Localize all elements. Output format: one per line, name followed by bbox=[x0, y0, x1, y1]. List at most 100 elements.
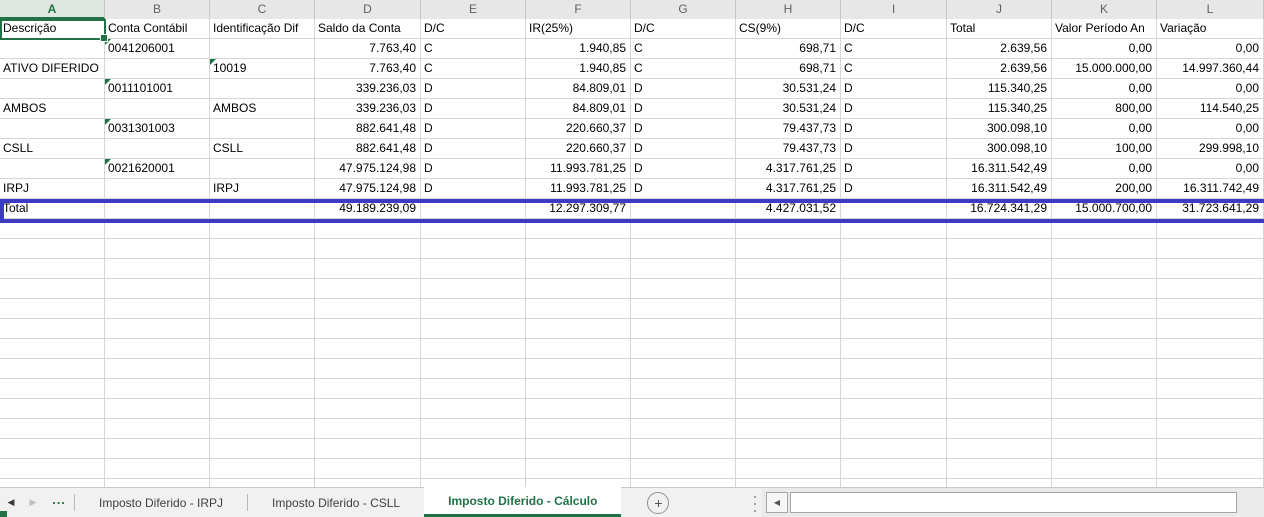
cell-K1[interactable]: Valor Período An bbox=[1052, 19, 1157, 39]
cell-L9[interactable]: 16.311.742,49 bbox=[1157, 179, 1264, 199]
cell-H14[interactable] bbox=[736, 279, 841, 299]
cell-K19[interactable] bbox=[1052, 379, 1157, 399]
cell-G17[interactable] bbox=[631, 339, 736, 359]
cell-K10[interactable]: 15.000.700,00 bbox=[1052, 199, 1157, 219]
cell-B2[interactable]: 0041206001 bbox=[105, 39, 210, 59]
cell-A24[interactable] bbox=[0, 479, 105, 487]
cell-E18[interactable] bbox=[421, 359, 526, 379]
cell-E6[interactable]: D bbox=[421, 119, 526, 139]
cell-D22[interactable] bbox=[315, 439, 421, 459]
cell-G2[interactable]: C bbox=[631, 39, 736, 59]
cell-F18[interactable] bbox=[526, 359, 631, 379]
cell-L3[interactable]: 14.997.360,44 bbox=[1157, 59, 1264, 79]
cell-L15[interactable] bbox=[1157, 299, 1264, 319]
sheet-tab-imposto-diferido-irpj[interactable]: Imposto Diferido - IRPJ bbox=[75, 488, 247, 517]
cell-H23[interactable] bbox=[736, 459, 841, 479]
column-header-H[interactable]: H bbox=[736, 0, 841, 19]
cell-H3[interactable]: 698,71 bbox=[736, 59, 841, 79]
cell-J23[interactable] bbox=[947, 459, 1052, 479]
cell-D10[interactable]: 49.189.239,09 bbox=[315, 199, 421, 219]
cell-B10[interactable] bbox=[105, 199, 210, 219]
cell-F17[interactable] bbox=[526, 339, 631, 359]
cell-K13[interactable] bbox=[1052, 259, 1157, 279]
scrollbar-thumb[interactable] bbox=[790, 492, 1237, 513]
cell-J9[interactable]: 16.311.542,49 bbox=[947, 179, 1052, 199]
worksheet-grid[interactable]: ABCDEFGHIJKL DescriçãoConta ContábilIden… bbox=[0, 0, 1264, 487]
cell-A10[interactable]: Total bbox=[0, 199, 105, 219]
cell-E11[interactable] bbox=[421, 219, 526, 239]
cell-I2[interactable]: C bbox=[841, 39, 947, 59]
cell-J3[interactable]: 2.639,56 bbox=[947, 59, 1052, 79]
cell-B1[interactable]: Conta Contábil bbox=[105, 19, 210, 39]
cell-H19[interactable] bbox=[736, 379, 841, 399]
cell-G21[interactable] bbox=[631, 419, 736, 439]
cell-D3[interactable]: 7.763,40 bbox=[315, 59, 421, 79]
cell-L4[interactable]: 0,00 bbox=[1157, 79, 1264, 99]
horizontal-scrollbar[interactable]: ◀ bbox=[762, 488, 1264, 517]
cell-B19[interactable] bbox=[105, 379, 210, 399]
cell-B24[interactable] bbox=[105, 479, 210, 487]
cell-E2[interactable]: C bbox=[421, 39, 526, 59]
cell-L23[interactable] bbox=[1157, 459, 1264, 479]
cell-A17[interactable] bbox=[0, 339, 105, 359]
cell-H16[interactable] bbox=[736, 319, 841, 339]
cell-G24[interactable] bbox=[631, 479, 736, 487]
cell-H13[interactable] bbox=[736, 259, 841, 279]
cell-A4[interactable] bbox=[0, 79, 105, 99]
cell-G8[interactable]: D bbox=[631, 159, 736, 179]
cell-H5[interactable]: 30.531,24 bbox=[736, 99, 841, 119]
cell-L1[interactable]: Variação bbox=[1157, 19, 1264, 39]
cell-E16[interactable] bbox=[421, 319, 526, 339]
cell-H11[interactable] bbox=[736, 219, 841, 239]
fill-handle[interactable] bbox=[100, 34, 108, 42]
cell-C9[interactable]: IRPJ bbox=[210, 179, 315, 199]
cell-F13[interactable] bbox=[526, 259, 631, 279]
cell-B9[interactable] bbox=[105, 179, 210, 199]
cell-L2[interactable]: 0,00 bbox=[1157, 39, 1264, 59]
cell-D18[interactable] bbox=[315, 359, 421, 379]
cell-J4[interactable]: 115.340,25 bbox=[947, 79, 1052, 99]
cell-I19[interactable] bbox=[841, 379, 947, 399]
cell-B6[interactable]: 0031301003 bbox=[105, 119, 210, 139]
cell-E13[interactable] bbox=[421, 259, 526, 279]
cell-K17[interactable] bbox=[1052, 339, 1157, 359]
cell-K16[interactable] bbox=[1052, 319, 1157, 339]
cell-C21[interactable] bbox=[210, 419, 315, 439]
cell-K20[interactable] bbox=[1052, 399, 1157, 419]
cell-F16[interactable] bbox=[526, 319, 631, 339]
cell-G7[interactable]: D bbox=[631, 139, 736, 159]
cell-D15[interactable] bbox=[315, 299, 421, 319]
cell-I11[interactable] bbox=[841, 219, 947, 239]
cell-G13[interactable] bbox=[631, 259, 736, 279]
cell-E21[interactable] bbox=[421, 419, 526, 439]
cell-C16[interactable] bbox=[210, 319, 315, 339]
cell-H10[interactable]: 4.427.031,52 bbox=[736, 199, 841, 219]
cell-C2[interactable] bbox=[210, 39, 315, 59]
cell-H7[interactable]: 79.437,73 bbox=[736, 139, 841, 159]
cell-B15[interactable] bbox=[105, 299, 210, 319]
cell-J16[interactable] bbox=[947, 319, 1052, 339]
cell-L7[interactable]: 299.998,10 bbox=[1157, 139, 1264, 159]
cell-F5[interactable]: 84.809,01 bbox=[526, 99, 631, 119]
cell-G23[interactable] bbox=[631, 459, 736, 479]
cell-I15[interactable] bbox=[841, 299, 947, 319]
cell-K3[interactable]: 15.000.000,00 bbox=[1052, 59, 1157, 79]
cell-K4[interactable]: 0,00 bbox=[1052, 79, 1157, 99]
cell-J24[interactable] bbox=[947, 479, 1052, 487]
cell-E24[interactable] bbox=[421, 479, 526, 487]
cell-H12[interactable] bbox=[736, 239, 841, 259]
cell-G10[interactable] bbox=[631, 199, 736, 219]
cell-B18[interactable] bbox=[105, 359, 210, 379]
scroll-left-button[interactable]: ◀ bbox=[766, 492, 788, 513]
cell-B13[interactable] bbox=[105, 259, 210, 279]
cell-D21[interactable] bbox=[315, 419, 421, 439]
cell-F24[interactable] bbox=[526, 479, 631, 487]
cell-I20[interactable] bbox=[841, 399, 947, 419]
cell-A20[interactable] bbox=[0, 399, 105, 419]
cell-I22[interactable] bbox=[841, 439, 947, 459]
cell-L14[interactable] bbox=[1157, 279, 1264, 299]
cell-E17[interactable] bbox=[421, 339, 526, 359]
cell-A2[interactable] bbox=[0, 39, 105, 59]
cell-D6[interactable]: 882.641,48 bbox=[315, 119, 421, 139]
cell-B5[interactable] bbox=[105, 99, 210, 119]
